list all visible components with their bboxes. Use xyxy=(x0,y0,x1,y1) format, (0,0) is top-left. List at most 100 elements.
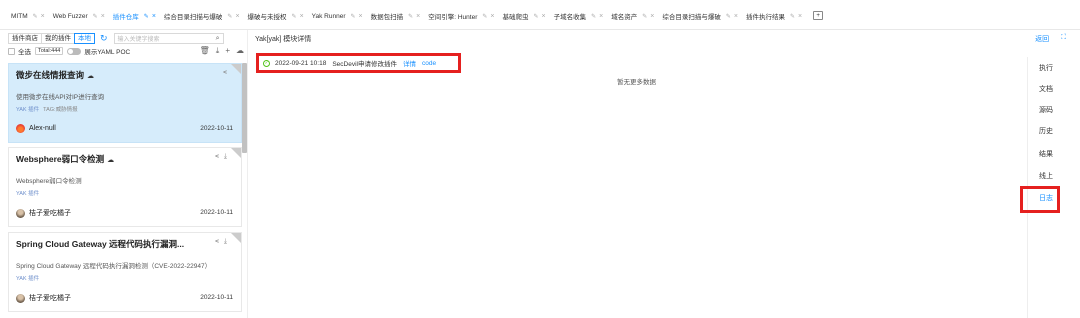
select-all-label: 全选 xyxy=(18,49,31,56)
edit-icon[interactable]: ✎ xyxy=(33,13,38,20)
close-icon[interactable]: × xyxy=(490,13,494,20)
detail-link[interactable]: 详情 xyxy=(403,58,416,68)
edit-icon[interactable]: ✎ xyxy=(642,13,647,20)
close-icon[interactable]: × xyxy=(235,13,239,20)
corner-ribbon xyxy=(231,233,241,243)
plugin-card[interactable]: Websphere弱口令检测 ☁ ⪪ ⤓ Websphere弱口令检测 YAK 插件… xyxy=(8,147,242,227)
corner-ribbon xyxy=(231,64,241,74)
code-link[interactable]: code xyxy=(422,60,436,67)
edit-icon[interactable]: ✎ xyxy=(93,13,98,20)
scrollbar[interactable] xyxy=(242,63,247,153)
edit-icon[interactable]: ✎ xyxy=(591,13,596,20)
plugin-tag: TAG:威胁情报 xyxy=(43,107,78,113)
author-name: 桔子爱吃橘子 xyxy=(29,295,71,302)
edit-icon[interactable]: ✎ xyxy=(534,13,539,20)
download-icon[interactable]: ⤓ xyxy=(224,153,227,161)
plugin-type-tag: YAK 插件 xyxy=(16,107,40,113)
avatar xyxy=(16,208,25,218)
plugin-date: 2022-10-11 xyxy=(200,125,233,132)
close-icon[interactable]: × xyxy=(734,13,738,20)
close-icon[interactable]: × xyxy=(359,13,363,20)
tab-dir-scan[interactable]: 综合目录扫描与爆破 ✎ × xyxy=(161,9,245,23)
edit-icon[interactable]: ✎ xyxy=(408,13,413,20)
edit-icon[interactable]: ✎ xyxy=(144,13,149,20)
plugin-type-tag: YAK 插件 xyxy=(16,191,40,197)
tab-plugin-results[interactable]: 插件执行结果 ✎ × xyxy=(743,9,807,23)
filter-local[interactable]: 本地 xyxy=(74,33,95,44)
plugin-card[interactable]: 微步在线情报查询 ☁ ⪪ 使用微步在线API对IP进行查询 YAK 插件 TAG:威… xyxy=(8,63,242,143)
list-tools: 🗑 ⤓ + ☁ xyxy=(200,46,244,56)
show-yaml-toggle[interactable] xyxy=(67,47,82,55)
side-menu-results[interactable]: 结果 xyxy=(1028,149,1064,159)
close-icon[interactable]: × xyxy=(152,13,156,20)
edit-icon[interactable]: ✎ xyxy=(351,13,356,20)
expand-icon[interactable]: ⛶ xyxy=(1061,34,1066,44)
download-icon[interactable]: ⤓ xyxy=(224,238,227,246)
close-icon[interactable]: × xyxy=(542,13,546,20)
empty-state: 暂无更多数据 xyxy=(617,79,656,86)
side-menu-docs[interactable]: 文档 xyxy=(1028,84,1064,94)
tab-dir-scan-2[interactable]: 综合目录扫描与爆破 ✎ × xyxy=(659,9,743,23)
share-icon[interactable]: ⪪ xyxy=(215,153,219,161)
close-icon[interactable]: × xyxy=(101,13,105,20)
side-menu-history[interactable]: 历史 xyxy=(1028,126,1064,136)
cloud-icon: ☁ xyxy=(87,73,95,80)
side-menu-run[interactable]: 执行 xyxy=(1028,63,1064,73)
download-icon[interactable]: ⤓ xyxy=(216,46,220,56)
side-menu-online[interactable]: 线上 xyxy=(1028,171,1064,181)
plugin-description: Websphere弱口令检测 xyxy=(16,178,82,185)
cloud-upload-icon[interactable]: ☁ xyxy=(236,46,244,56)
plugin-card[interactable]: Spring Cloud Gateway 远程代码执行漏洞... ⪪ ⤓ Spri… xyxy=(8,232,242,312)
share-icon[interactable]: ⪪ xyxy=(215,238,219,246)
log-time: 2022-09-21 10:18 xyxy=(275,59,327,67)
share-icon[interactable]: ⪪ xyxy=(223,69,227,77)
close-icon[interactable]: × xyxy=(300,13,304,20)
filter-store[interactable]: 插件商店 xyxy=(8,33,42,44)
avatar xyxy=(16,293,25,303)
close-icon[interactable]: × xyxy=(798,13,802,20)
edit-icon[interactable]: ✎ xyxy=(726,13,731,20)
new-tab-icon[interactable]: + xyxy=(813,11,824,20)
tab-mitm[interactable]: MITM ✎ × xyxy=(8,9,50,23)
avatar xyxy=(16,124,25,133)
plugin-list-panel: 插件商店 我的插件 本地 ↻ 输入关键字搜索 ⌕ 全选 Total:444 展示… xyxy=(0,30,248,318)
tab-packet-scan[interactable]: 数据包扫描 ✎ × xyxy=(368,9,426,23)
plugin-title: 微步在线情报查询 xyxy=(16,70,85,80)
search-icon[interactable]: ⌕ xyxy=(216,35,220,43)
add-icon[interactable]: + xyxy=(225,46,230,56)
edit-icon[interactable]: ✎ xyxy=(227,13,232,20)
tab-crawler[interactable]: 基础爬虫 ✎ × xyxy=(500,9,551,23)
plugin-date: 2022-10-11 xyxy=(200,294,233,301)
check-circle-icon: ✓ xyxy=(263,59,270,67)
tab-hunter[interactable]: 空间引擎: Hunter ✎ × xyxy=(425,9,499,23)
filter-mine[interactable]: 我的插件 xyxy=(41,33,75,44)
cloud-icon: ☁ xyxy=(107,157,115,164)
plugin-type-tag: YAK 插件 xyxy=(16,276,40,282)
tab-yak-runner[interactable]: Yak Runner ✎ × xyxy=(309,9,368,23)
tab-subdomain[interactable]: 子域名收集 ✎ × xyxy=(551,9,609,23)
refresh-icon[interactable]: ↻ xyxy=(100,33,108,44)
highlight-box xyxy=(1020,186,1060,213)
corner-ribbon xyxy=(231,148,241,158)
header-actions: 返回 ⛶ xyxy=(1035,34,1066,44)
close-icon[interactable]: × xyxy=(416,13,420,20)
show-yaml-label: 展示YAML POC xyxy=(84,49,131,56)
side-menu-source[interactable]: 源码 xyxy=(1028,105,1064,115)
edit-icon[interactable]: ✎ xyxy=(292,13,297,20)
tab-plugin-store[interactable]: 插件仓库 ✎ × xyxy=(110,9,161,23)
tab-web-fuzzer[interactable]: Web Fuzzer ✎ × xyxy=(50,9,110,23)
delete-icon[interactable]: 🗑 xyxy=(200,46,210,56)
search-input[interactable]: 输入关键字搜索 ⌕ xyxy=(113,33,224,44)
close-icon[interactable]: × xyxy=(650,13,654,20)
log-entry: ✓ 2022-09-21 10:18 SecDevil申请修改插件 详情 cod… xyxy=(256,53,461,73)
tab-brute[interactable]: 爆破与未授权 ✎ × xyxy=(245,9,309,23)
edit-icon[interactable]: ✎ xyxy=(790,13,795,20)
select-all-checkbox[interactable] xyxy=(8,47,15,55)
plugin-title: Websphere弱口令检测 xyxy=(16,154,105,164)
tab-domain-assets[interactable]: 域名资产 ✎ × xyxy=(608,9,659,23)
close-icon[interactable]: × xyxy=(41,13,45,20)
edit-icon[interactable]: ✎ xyxy=(482,13,487,20)
close-icon[interactable]: × xyxy=(599,13,603,20)
back-button[interactable]: 返回 xyxy=(1035,34,1049,44)
list-toolbar: 全选 Total:444 展示YAML POC 🗑 ⤓ + ☁ xyxy=(8,46,244,56)
